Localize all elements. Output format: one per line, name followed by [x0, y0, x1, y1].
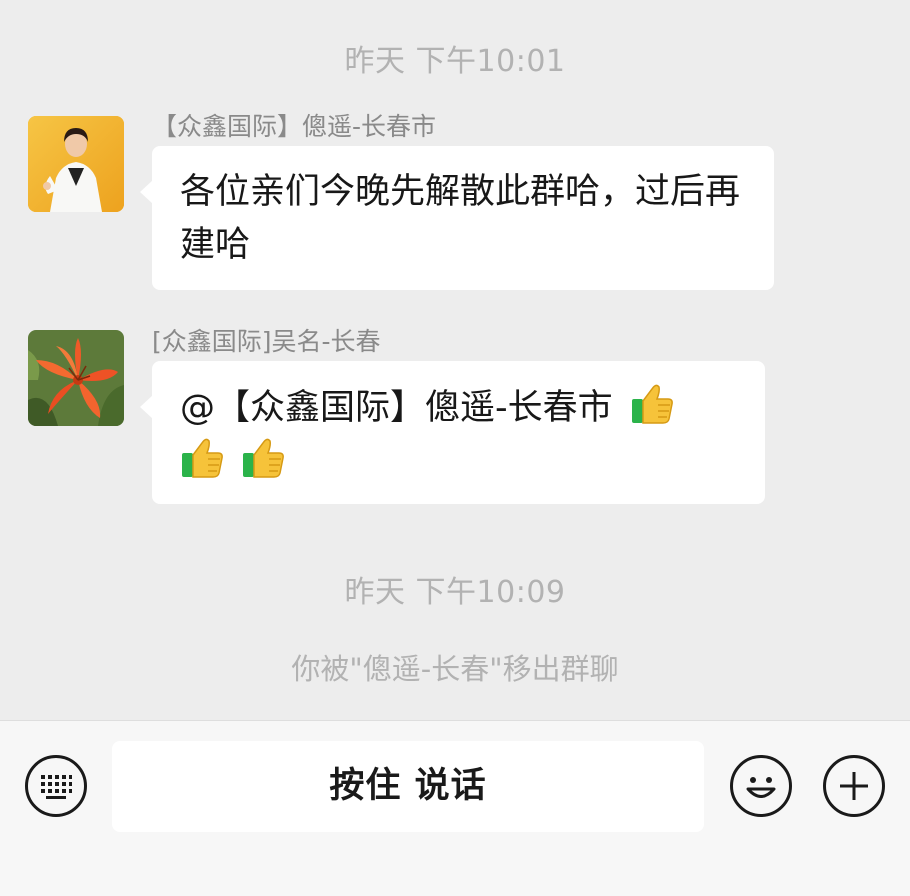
timestamp: 昨天 下午10:09	[344, 575, 566, 610]
message-bubble[interactable]: 各位亲们今晚先解散此群哈，过后再建哈	[140, 146, 774, 290]
message-bubble[interactable]: @【众鑫国际】傯遥-长春市	[140, 361, 765, 504]
hold-to-talk-button[interactable]: 按住 说话	[112, 741, 704, 832]
sender-avatar[interactable]	[28, 116, 124, 212]
sender-name: 【众鑫国际】傯遥-长春市	[152, 112, 437, 141]
thumbs-up-icon	[243, 438, 285, 478]
keyboard-icon	[41, 775, 72, 799]
timestamp: 昨天 下午10:01	[344, 44, 566, 79]
emoji-button[interactable]	[730, 755, 792, 817]
more-actions-button[interactable]	[823, 755, 885, 817]
system-notice: 你被"傯遥-长春"移出群聊	[291, 652, 619, 686]
message-text: 各位亲们今晚先解散此群哈，过后再建哈	[180, 172, 741, 265]
chat-message-area[interactable]: 昨天 下午10:01 【众鑫国际】傯遥-长春市 各位亲们今晚先解散此群哈，过后再…	[0, 0, 910, 720]
smiley-icon	[746, 777, 776, 798]
sender-avatar[interactable]	[28, 330, 124, 426]
thumbs-up-icon	[182, 438, 223, 478]
lily-flower-avatar-icon	[28, 330, 124, 426]
keyboard-toggle-button[interactable]	[25, 755, 87, 817]
plus-icon	[840, 772, 868, 800]
input-bar: 按住 说话	[0, 720, 910, 896]
mention-text: @【众鑫国际】傯遥-长春市	[180, 388, 613, 428]
thumbs-up-icon	[631, 384, 673, 424]
person-avatar-icon	[28, 116, 124, 212]
sender-name: [众鑫国际]吴名-长春	[152, 327, 381, 356]
